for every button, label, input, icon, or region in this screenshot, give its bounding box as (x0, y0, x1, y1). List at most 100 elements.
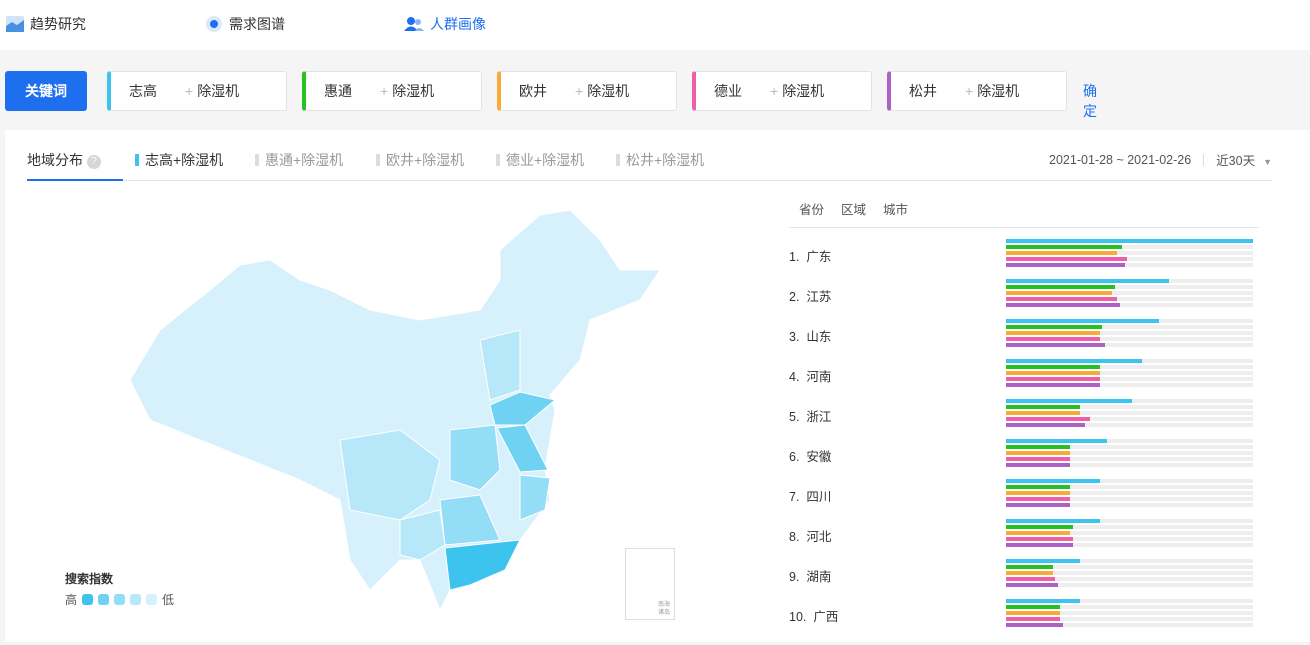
bar-track (1006, 405, 1253, 409)
bar-fill (1006, 239, 1253, 243)
ranking-row: 2. 江苏 (789, 274, 1259, 314)
tab-region-distribution[interactable]: 地域分布? (27, 150, 123, 181)
province-label: 5. 浙江 (789, 406, 831, 425)
series-tab[interactable]: 志高+除湿机 (135, 150, 223, 170)
nav-demand-map[interactable]: 需求图谱 (205, 14, 285, 34)
tab-city[interactable]: 城市 (883, 199, 908, 218)
inset-label: 南海诸岛 (658, 601, 672, 617)
brand: 志高 (129, 81, 185, 101)
province-label: 8. 河北 (789, 526, 831, 545)
bar-track (1006, 599, 1253, 603)
bar-track (1006, 611, 1253, 615)
bar-track (1006, 291, 1253, 295)
term: 除湿机 (392, 81, 434, 101)
bar-group (1006, 519, 1253, 549)
term: 除湿机 (587, 81, 629, 101)
bar-fill (1006, 439, 1107, 443)
region-panel: 地域分布? 志高+除湿机 惠通+除湿机 欧井+除湿机 德业+除湿机 松井+除湿机… (5, 130, 1310, 642)
legend-swatch (130, 594, 141, 605)
series-label: 惠通+除湿机 (265, 150, 343, 170)
panel-tabs: 地域分布? 志高+除湿机 惠通+除湿机 欧井+除湿机 德业+除湿机 松井+除湿机… (27, 150, 1272, 181)
bar-fill (1006, 519, 1100, 523)
province-label: 6. 安徽 (789, 446, 831, 465)
bar-track (1006, 257, 1253, 261)
bar-track (1006, 537, 1253, 541)
bar-track (1006, 343, 1253, 347)
bar-group (1006, 439, 1253, 469)
ranking-row: 5. 浙江 (789, 394, 1259, 434)
nav-label: 趋势研究 (30, 14, 86, 34)
bar-fill (1006, 297, 1117, 301)
ranking-row: 6. 安徽 (789, 434, 1259, 474)
bar-fill (1006, 423, 1085, 427)
bar-track (1006, 297, 1253, 301)
bar-track (1006, 239, 1253, 243)
help-icon[interactable]: ? (87, 155, 101, 169)
keyword-field[interactable]: 惠通+除湿机 (302, 71, 482, 111)
bar-fill (1006, 623, 1063, 627)
south-sea-inset: 南海诸岛 (625, 548, 675, 620)
tab-region[interactable]: 区域 (841, 199, 866, 218)
keyword-field[interactable]: 欧井+除湿机 (497, 71, 677, 111)
bar-track (1006, 623, 1253, 627)
plus-icon: + (185, 83, 193, 99)
bar-fill (1006, 337, 1100, 341)
bar-fill (1006, 531, 1070, 535)
date-selector[interactable]: 2021-01-28 ~ 2021-02-26 近30天▼ (1049, 150, 1272, 169)
bar-fill (1006, 303, 1120, 307)
bar-fill (1006, 543, 1073, 547)
bar-track (1006, 423, 1253, 427)
series-marker (135, 154, 139, 166)
confirm-button[interactable]: 确定 (1083, 81, 1097, 121)
period-select[interactable]: 近30天▼ (1216, 150, 1272, 169)
series-tab[interactable]: 欧井+除湿机 (376, 150, 464, 170)
legend-high: 高 (65, 591, 77, 608)
bar-fill (1006, 457, 1070, 461)
ranking-row: 9. 湖南 (789, 554, 1259, 594)
bar-fill (1006, 383, 1100, 387)
province-label: 3. 山东 (789, 326, 831, 345)
legend-swatch (146, 594, 157, 605)
divider (1203, 154, 1204, 166)
bar-fill (1006, 251, 1117, 255)
series-label: 德业+除湿机 (506, 150, 584, 170)
keyword-button[interactable]: 关键词 (5, 71, 87, 111)
legend-swatch (82, 594, 93, 605)
bar-track (1006, 559, 1253, 563)
bar-track (1006, 365, 1253, 369)
legend-swatch (114, 594, 125, 605)
bar-track (1006, 583, 1253, 587)
bar-track (1006, 577, 1253, 581)
keyword-field[interactable]: 德业+除湿机 (692, 71, 872, 111)
nav-trend-research[interactable]: 趋势研究 (6, 14, 86, 34)
bar-fill (1006, 257, 1127, 261)
bar-fill (1006, 285, 1115, 289)
series-tab[interactable]: 松井+除湿机 (616, 150, 704, 170)
keyword-field[interactable]: 志高+除湿机 (107, 71, 287, 111)
brand: 欧井 (519, 81, 575, 101)
bar-track (1006, 445, 1253, 449)
bar-track (1006, 325, 1253, 329)
legend-low: 低 (162, 591, 174, 608)
bar-fill (1006, 365, 1100, 369)
bar-track (1006, 451, 1253, 455)
plus-icon: + (380, 83, 388, 99)
bar-fill (1006, 245, 1122, 249)
series-tab[interactable]: 德业+除湿机 (496, 150, 584, 170)
bar-fill (1006, 537, 1073, 541)
ranking-row: 1. 广东 (789, 234, 1259, 274)
ranking-row: 3. 山东 (789, 314, 1259, 354)
bar-fill (1006, 479, 1100, 483)
keyword-field[interactable]: 松井+除湿机 (887, 71, 1067, 111)
nav-crowd-portrait[interactable]: 人群画像 (404, 14, 486, 34)
map-region (445, 540, 520, 590)
bar-fill (1006, 291, 1112, 295)
province-label: 4. 河南 (789, 366, 831, 385)
bar-track (1006, 337, 1253, 341)
series-tab[interactable]: 惠通+除湿机 (255, 150, 343, 170)
bar-track (1006, 565, 1253, 569)
series-label: 欧井+除湿机 (386, 150, 464, 170)
bar-track (1006, 417, 1253, 421)
tab-province[interactable]: 省份 (799, 199, 824, 218)
plus-icon: + (575, 83, 583, 99)
